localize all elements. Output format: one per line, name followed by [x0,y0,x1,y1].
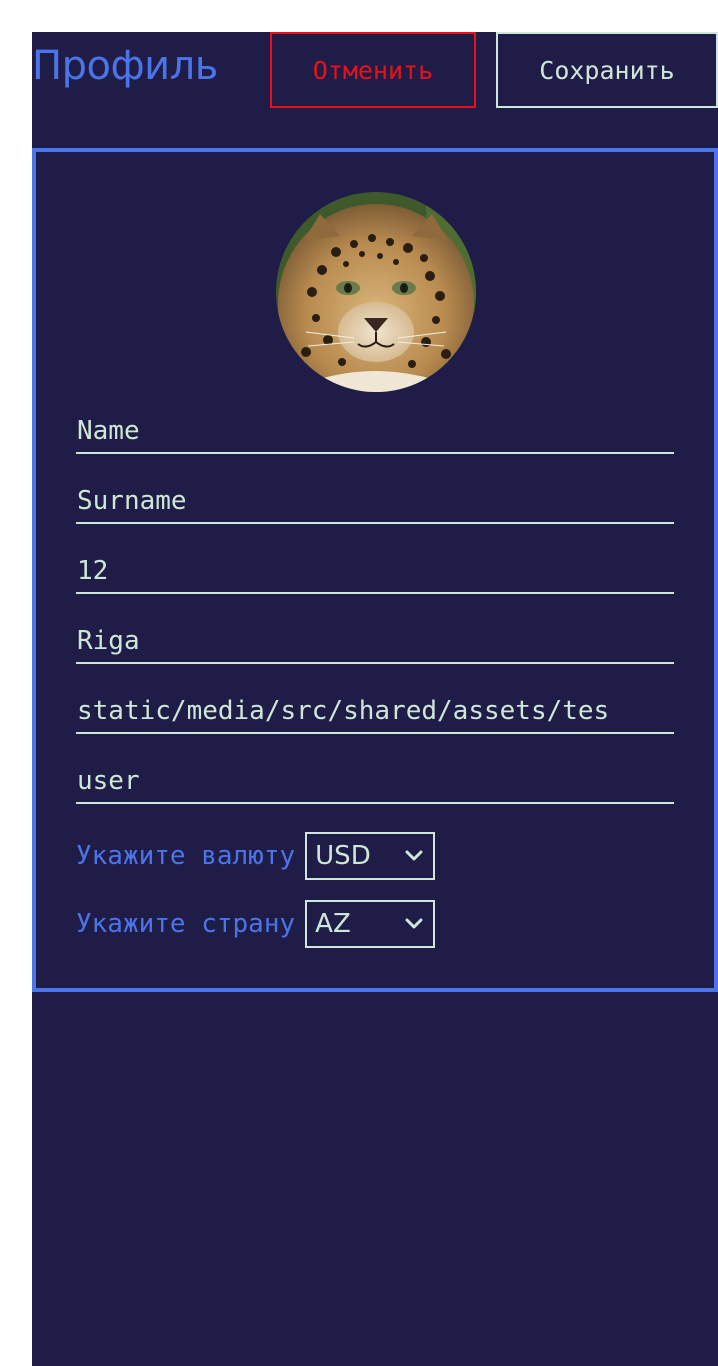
currency-select[interactable]: USD [305,832,436,880]
country-row: Укажите страну AZ [76,900,436,948]
first-name-input[interactable] [76,414,674,454]
cancel-button[interactable]: Отменить [270,32,476,108]
username-input[interactable] [76,764,674,804]
leopard-avatar-image [276,192,476,392]
country-selected-value: AZ [315,909,351,939]
currency-label: Укажите валюту [76,841,296,871]
city-input[interactable] [76,624,674,664]
country-label: Укажите страну [76,909,296,939]
chevron-down-icon [405,850,423,862]
currency-row: Укажите валюту USD [76,832,436,880]
last-name-input[interactable] [76,484,674,524]
profile-card: Укажите валюту USD Укажите страну AZ [32,148,718,992]
country-select[interactable]: AZ [305,900,436,948]
save-button[interactable]: Сохранить [496,32,718,108]
avatar-path-input[interactable] [76,694,674,734]
avatar [276,192,476,392]
currency-selected-value: USD [315,841,371,871]
chevron-down-icon [405,918,423,930]
page-title: Профиль [32,43,218,89]
age-input[interactable] [76,554,674,594]
profile-page: Профиль Отменить Сохранить Name Surname … [32,32,718,1366]
